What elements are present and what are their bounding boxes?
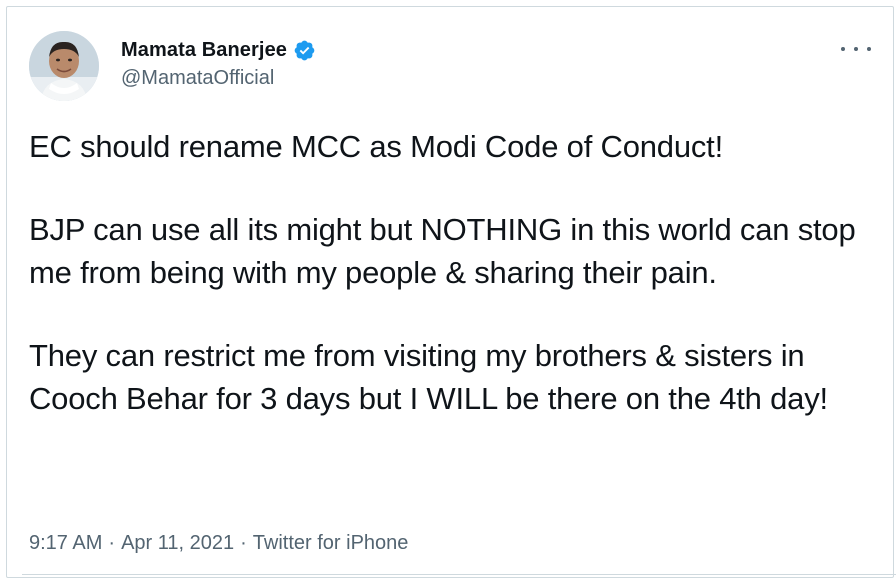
tweet-text: EC should rename MCC as Modi Code of Con…	[29, 125, 889, 420]
meta-separator: ·	[108, 532, 116, 554]
tweet-paragraph: They can restrict me from visiting my br…	[29, 338, 828, 416]
more-dot-icon	[867, 47, 871, 51]
tweet-meta: 9:17 AM · Apr 11, 2021 · Twitter for iPh…	[29, 532, 408, 555]
tweet-source-link[interactable]: Twitter for iPhone	[253, 532, 409, 555]
author-row[interactable]: Mamata Banerjee	[121, 36, 316, 64]
avatar[interactable]	[29, 31, 99, 101]
tweet-time-link[interactable]: 9:17 AM	[29, 532, 102, 555]
avatar-photo-icon	[29, 31, 99, 101]
divider	[22, 574, 896, 575]
tweet-paragraph: BJP can use all its might but NOTHING in…	[29, 212, 864, 290]
more-dot-icon	[854, 47, 858, 51]
meta-separator: ·	[240, 532, 247, 554]
more-dot-icon	[841, 47, 845, 51]
tweet-paragraph: EC should rename MCC as Modi Code of Con…	[29, 129, 723, 164]
tweet-card: Mamata Banerjee @MamataOfficial EC shoul…	[6, 6, 894, 578]
verified-badge-icon	[293, 39, 316, 62]
author-name[interactable]: Mamata Banerjee	[121, 39, 287, 62]
tweet-date-link[interactable]: Apr 11, 2021	[121, 532, 234, 555]
author-handle[interactable]: @MamataOfficial	[121, 67, 274, 90]
more-options-button[interactable]	[841, 41, 871, 57]
